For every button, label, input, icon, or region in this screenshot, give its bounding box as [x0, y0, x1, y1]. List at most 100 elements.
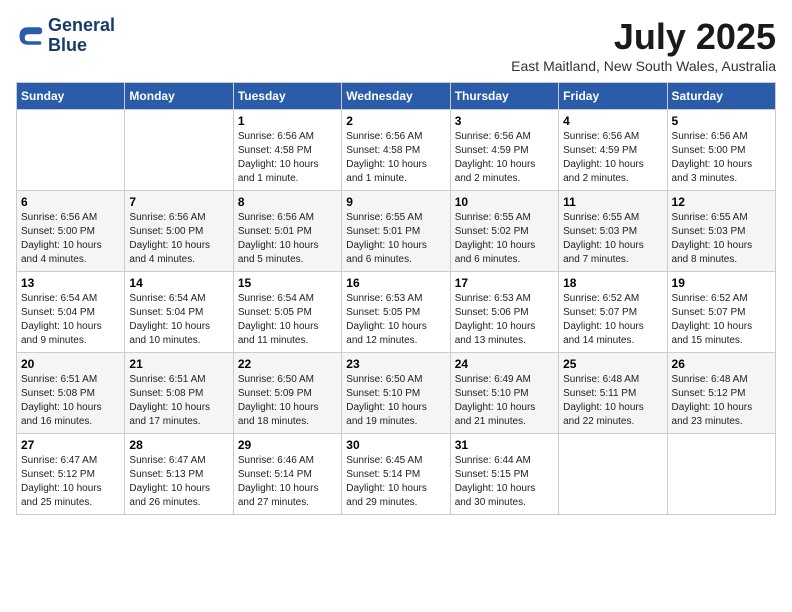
day-info: Sunrise: 6:51 AM Sunset: 5:08 PM Dayligh… [21, 373, 120, 429]
day-number: 2 [346, 114, 445, 128]
calendar-cell: 14 Sunrise: 6:54 AM Sunset: 5:04 PM Dayli… [125, 272, 233, 353]
calendar-cell: 9 Sunrise: 6:55 AM Sunset: 5:01 PM Daylig… [342, 191, 450, 272]
calendar-cell: 3 Sunrise: 6:56 AM Sunset: 4:59 PM Daylig… [450, 110, 558, 191]
day-number: 10 [455, 195, 554, 209]
calendar: SundayMondayTuesdayWednesdayThursdayFrid… [16, 82, 776, 515]
calendar-cell: 4 Sunrise: 6:56 AM Sunset: 4:59 PM Daylig… [559, 110, 667, 191]
day-number: 14 [129, 276, 228, 290]
calendar-cell: 7 Sunrise: 6:56 AM Sunset: 5:00 PM Daylig… [125, 191, 233, 272]
calendar-cell [667, 434, 775, 515]
day-number: 31 [455, 438, 554, 452]
day-number: 20 [21, 357, 120, 371]
calendar-cell [17, 110, 125, 191]
day-number: 7 [129, 195, 228, 209]
day-number: 3 [455, 114, 554, 128]
day-number: 4 [563, 114, 662, 128]
day-number: 1 [238, 114, 337, 128]
calendar-body: 1 Sunrise: 6:56 AM Sunset: 4:58 PM Daylig… [17, 110, 776, 515]
day-info: Sunrise: 6:56 AM Sunset: 5:00 PM Dayligh… [21, 211, 120, 267]
title-block: July 2025 East Maitland, New South Wales… [511, 16, 776, 74]
day-info: Sunrise: 6:54 AM Sunset: 5:05 PM Dayligh… [238, 292, 337, 348]
day-info: Sunrise: 6:54 AM Sunset: 5:04 PM Dayligh… [21, 292, 120, 348]
calendar-cell: 30Sunrise: 6:45 AM Sunset: 5:14 PM Dayli… [342, 434, 450, 515]
calendar-cell: 29 Sunrise: 6:46 AM Sunset: 5:14 PM Dayli… [233, 434, 341, 515]
calendar-cell: 21Sunrise: 6:51 AM Sunset: 5:08 PM Dayli… [125, 353, 233, 434]
day-number: 26 [672, 357, 771, 371]
calendar-cell: 11 Sunrise: 6:55 AM Sunset: 5:03 PM Dayli… [559, 191, 667, 272]
day-number: 11 [563, 195, 662, 209]
day-info: Sunrise: 6:56 AM Sunset: 4:58 PM Dayligh… [238, 130, 337, 186]
day-info: Sunrise: 6:48 AM Sunset: 5:12 PM Dayligh… [672, 373, 771, 429]
calendar-cell: 1 Sunrise: 6:56 AM Sunset: 4:58 PM Daylig… [233, 110, 341, 191]
calendar-cell: 5 Sunrise: 6:56 AM Sunset: 5:00 PM Daylig… [667, 110, 775, 191]
day-number: 29 [238, 438, 337, 452]
day-number: 23 [346, 357, 445, 371]
calendar-cell: 27 Sunrise: 6:47 AM Sunset: 5:12 PM Dayli… [17, 434, 125, 515]
day-number: 15 [238, 276, 337, 290]
day-info: Sunrise: 6:46 AM Sunset: 5:14 PM Dayligh… [238, 454, 337, 510]
day-info: Sunrise: 6:52 AM Sunset: 5:07 PM Dayligh… [563, 292, 662, 348]
day-info: Sunrise: 6:51 AM Sunset: 5:08 PM Dayligh… [129, 373, 228, 429]
calendar-cell: 19 Sunrise: 6:52 AM Sunset: 5:07 PM Dayli… [667, 272, 775, 353]
day-number: 9 [346, 195, 445, 209]
day-info: Sunrise: 6:56 AM Sunset: 5:01 PM Dayligh… [238, 211, 337, 267]
calendar-cell: 31 Sunrise: 6:44 AM Sunset: 5:15 PM Dayli… [450, 434, 558, 515]
day-info: Sunrise: 6:47 AM Sunset: 5:12 PM Dayligh… [21, 454, 120, 510]
day-number: 25 [563, 357, 662, 371]
week-row-4: 20 Sunrise: 6:51 AM Sunset: 5:08 PM Dayli… [17, 353, 776, 434]
day-info: Sunrise: 6:55 AM Sunset: 5:03 PM Dayligh… [563, 211, 662, 267]
day-info: Sunrise: 6:55 AM Sunset: 5:01 PM Dayligh… [346, 211, 445, 267]
day-info: Sunrise: 6:52 AM Sunset: 5:07 PM Dayligh… [672, 292, 771, 348]
logo-line2: Blue [48, 36, 115, 56]
day-header-friday: Friday [559, 83, 667, 110]
calendar-cell: 15 Sunrise: 6:54 AM Sunset: 5:05 PM Dayli… [233, 272, 341, 353]
day-number: 6 [21, 195, 120, 209]
logo: General Blue [16, 16, 115, 56]
calendar-cell: 2 Sunrise: 6:56 AM Sunset: 4:58 PM Daylig… [342, 110, 450, 191]
day-info: Sunrise: 6:45 AM Sunset: 5:14 PM Dayligh… [346, 454, 445, 510]
day-number: 8 [238, 195, 337, 209]
day-number: 18 [563, 276, 662, 290]
day-number: 16 [346, 276, 445, 290]
page-header: General Blue July 2025 East Maitland, Ne… [16, 16, 776, 74]
logo-text: General Blue [48, 16, 115, 56]
day-info: Sunrise: 6:55 AM Sunset: 5:03 PM Dayligh… [672, 211, 771, 267]
day-number: 24 [455, 357, 554, 371]
calendar-cell: 16 Sunrise: 6:53 AM Sunset: 5:05 PM Dayli… [342, 272, 450, 353]
day-info: Sunrise: 6:54 AM Sunset: 5:04 PM Dayligh… [129, 292, 228, 348]
calendar-cell: 28 Sunrise: 6:47 AM Sunset: 5:13 PM Dayli… [125, 434, 233, 515]
week-row-1: 1 Sunrise: 6:56 AM Sunset: 4:58 PM Daylig… [17, 110, 776, 191]
day-number: 27 [21, 438, 120, 452]
day-info: Sunrise: 6:56 AM Sunset: 5:00 PM Dayligh… [129, 211, 228, 267]
day-number: 12 [672, 195, 771, 209]
calendar-cell: 25 Sunrise: 6:48 AM Sunset: 5:11 PM Dayli… [559, 353, 667, 434]
calendar-cell: 26 Sunrise: 6:48 AM Sunset: 5:12 PM Dayli… [667, 353, 775, 434]
day-info: Sunrise: 6:48 AM Sunset: 5:11 PM Dayligh… [563, 373, 662, 429]
day-info: Sunrise: 6:53 AM Sunset: 5:05 PM Dayligh… [346, 292, 445, 348]
calendar-cell: 18 Sunrise: 6:52 AM Sunset: 5:07 PM Dayli… [559, 272, 667, 353]
day-header-wednesday: Wednesday [342, 83, 450, 110]
day-info: Sunrise: 6:44 AM Sunset: 5:15 PM Dayligh… [455, 454, 554, 510]
week-row-5: 27 Sunrise: 6:47 AM Sunset: 5:12 PM Dayli… [17, 434, 776, 515]
calendar-cell: 13Sunrise: 6:54 AM Sunset: 5:04 PM Dayli… [17, 272, 125, 353]
day-info: Sunrise: 6:56 AM Sunset: 4:59 PM Dayligh… [455, 130, 554, 186]
calendar-cell [125, 110, 233, 191]
day-info: Sunrise: 6:56 AM Sunset: 4:58 PM Dayligh… [346, 130, 445, 186]
day-info: Sunrise: 6:50 AM Sunset: 5:10 PM Dayligh… [346, 373, 445, 429]
calendar-cell: 10Sunrise: 6:55 AM Sunset: 5:02 PM Dayli… [450, 191, 558, 272]
logo-line1: General [48, 16, 115, 36]
week-row-3: 13Sunrise: 6:54 AM Sunset: 5:04 PM Dayli… [17, 272, 776, 353]
day-number: 28 [129, 438, 228, 452]
day-header-saturday: Saturday [667, 83, 775, 110]
day-number: 5 [672, 114, 771, 128]
calendar-cell: 17Sunrise: 6:53 AM Sunset: 5:06 PM Dayli… [450, 272, 558, 353]
day-number: 19 [672, 276, 771, 290]
calendar-cell: 22Sunrise: 6:50 AM Sunset: 5:09 PM Dayli… [233, 353, 341, 434]
day-info: Sunrise: 6:47 AM Sunset: 5:13 PM Dayligh… [129, 454, 228, 510]
calendar-cell: 12 Sunrise: 6:55 AM Sunset: 5:03 PM Dayli… [667, 191, 775, 272]
day-info: Sunrise: 6:56 AM Sunset: 4:59 PM Dayligh… [563, 130, 662, 186]
day-info: Sunrise: 6:50 AM Sunset: 5:09 PM Dayligh… [238, 373, 337, 429]
calendar-cell: 6 Sunrise: 6:56 AM Sunset: 5:00 PM Daylig… [17, 191, 125, 272]
calendar-cell [559, 434, 667, 515]
day-info: Sunrise: 6:56 AM Sunset: 5:00 PM Dayligh… [672, 130, 771, 186]
